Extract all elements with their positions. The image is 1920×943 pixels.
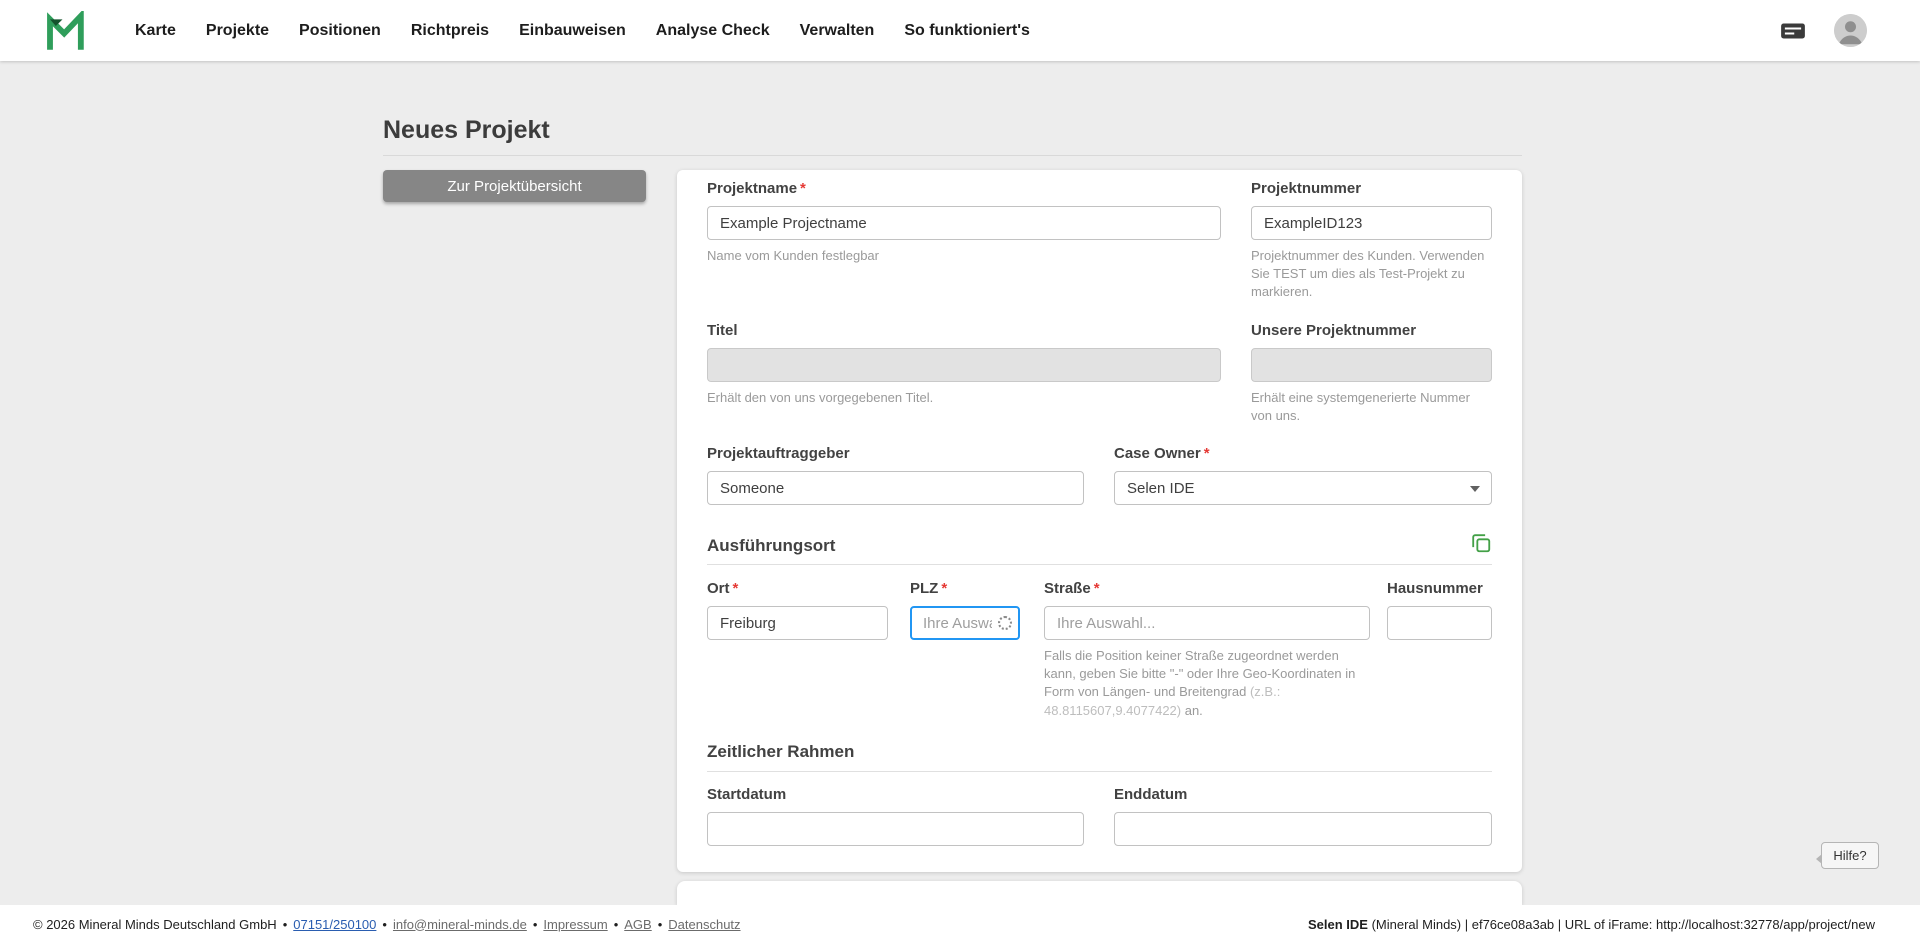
enddatum-input[interactable] <box>1114 812 1492 846</box>
new-project-form-card: Projektname* Name vom Kunden festlegbar … <box>677 170 1522 872</box>
nav-item-richtpreis[interactable]: Richtpreis <box>411 22 489 40</box>
server-icon[interactable] <box>1778 16 1808 46</box>
hausnummer-field-group: Hausnummer <box>1387 580 1492 640</box>
loading-spinner-icon <box>998 616 1012 630</box>
plz-field-group: PLZ * <box>910 580 1020 640</box>
startdatum-label: Startdatum <box>707 786 787 803</box>
title-divider <box>383 155 1522 156</box>
next-card-partial <box>677 881 1522 905</box>
app-screen: Karte Projekte Positionen Richtpreis Ein… <box>0 0 1920 943</box>
nav-item-projekte[interactable]: Projekte <box>206 22 269 40</box>
chevron-down-icon <box>1470 486 1480 492</box>
main-navigation: Karte Projekte Positionen Richtpreis Ein… <box>135 22 1030 40</box>
section-divider <box>707 771 1492 772</box>
projektauftraggeber-input[interactable] <box>707 471 1084 505</box>
enddatum-label: Enddatum <box>1114 786 1188 803</box>
projektnummer-helper: Projektnummer des Kunden. Verwenden Sie … <box>1251 248 1485 300</box>
page-title: Neues Projekt <box>383 116 550 144</box>
projektnummer-label: Projektnummer <box>1251 180 1362 197</box>
projektnummer-input[interactable] <box>1251 206 1492 240</box>
section-divider <box>707 564 1492 565</box>
strasse-helper: Falls die Position keiner Straße zugeord… <box>1044 648 1356 718</box>
enddatum-field-group: Enddatum <box>1114 786 1492 846</box>
case-owner-field-group: Case Owner * Selen IDE <box>1114 445 1492 505</box>
projektauftraggeber-field-group: Projektauftraggeber <box>707 445 1084 505</box>
footer-session-info: Selen IDE (Mineral Minds) | ef76ce08a3ab… <box>1308 917 1875 932</box>
unsere-projektnummer-helper: Erhält eine systemgenerierte Nummer von … <box>1251 390 1470 424</box>
nav-item-so-funktionierts[interactable]: So funktioniert's <box>904 22 1030 40</box>
ort-field-group: Ort * <box>707 580 888 640</box>
project-overview-button[interactable]: Zur Projektübersicht <box>383 170 646 202</box>
footer-separator: • <box>657 916 663 932</box>
projektname-label: Projektname * <box>707 180 806 197</box>
required-asterisk: * <box>732 580 739 597</box>
ausfuehrungsort-section-title: Ausführungsort <box>707 536 836 555</box>
case-owner-selected-value: Selen IDE <box>1127 479 1195 497</box>
footer-user-name: Selen IDE <box>1307 916 1368 932</box>
hausnummer-input[interactable] <box>1387 606 1492 640</box>
projektname-helper: Name vom Kunden festlegbar <box>707 248 879 263</box>
titel-input <box>707 348 1221 382</box>
titel-field-group: Titel Erhält den von uns vorgegebenen Ti… <box>707 322 1221 407</box>
zeitlicher-rahmen-section-title: Zeitlicher Rahmen <box>707 742 855 761</box>
required-asterisk: * <box>1093 580 1100 597</box>
footer-separator: • <box>382 916 387 932</box>
email-link[interactable]: info@mineral-minds.de <box>393 917 527 932</box>
agb-link[interactable]: AGB <box>624 917 651 932</box>
plz-label: PLZ * <box>910 580 948 597</box>
projektname-input[interactable] <box>707 206 1221 240</box>
hausnummer-label: Hausnummer <box>1387 580 1483 597</box>
page-footer: © 2026 Mineral Minds Deutschland GmbH • … <box>0 905 1920 943</box>
navbar-right-actions <box>1778 14 1867 47</box>
unsere-projektnummer-field-group: Unsere Projektnummer Erhält eine systemg… <box>1251 322 1492 425</box>
mineral-minds-logo-icon[interactable] <box>45 10 85 51</box>
strasse-label: Straße * <box>1044 580 1100 597</box>
footer-separator: • <box>532 916 538 932</box>
required-asterisk: * <box>1203 445 1210 462</box>
copy-icon[interactable] <box>1470 532 1492 559</box>
nav-item-karte[interactable]: Karte <box>135 22 176 40</box>
footer-session-text: (Mineral Minds) | ef76ce08a3ab | URL of … <box>1367 916 1875 932</box>
ort-input[interactable] <box>707 606 888 640</box>
titel-label: Titel <box>707 322 738 339</box>
nav-item-analyse-check[interactable]: Analyse Check <box>656 22 770 40</box>
nav-item-einbauweisen[interactable]: Einbauweisen <box>519 22 626 40</box>
projektauftraggeber-label: Projektauftraggeber <box>707 445 850 462</box>
projektname-field-group: Projektname* Name vom Kunden festlegbar <box>707 180 1221 265</box>
required-asterisk: * <box>800 180 806 197</box>
required-asterisk: * <box>941 580 948 597</box>
projektnummer-field-group: Projektnummer Projektnummer des Kunden. … <box>1251 180 1492 302</box>
footer-separator: • <box>282 916 288 932</box>
strasse-field-group: Straße* Falls die Position keiner Straße… <box>1044 580 1370 720</box>
startdatum-input[interactable] <box>707 812 1084 846</box>
strasse-input[interactable] <box>1044 606 1370 640</box>
titel-helper: Erhält den von uns vorgegebenen Titel. <box>707 390 934 405</box>
startdatum-field-group: Startdatum <box>707 786 1084 846</box>
user-avatar-icon[interactable] <box>1834 14 1867 47</box>
unsere-projektnummer-label: Unsere Projektnummer <box>1251 322 1417 339</box>
case-owner-select[interactable]: Selen IDE <box>1114 471 1492 505</box>
nav-item-positionen[interactable]: Positionen <box>299 22 381 40</box>
footer-separator: • <box>613 916 619 932</box>
phone-link[interactable]: 07151/250100 <box>293 917 376 932</box>
case-owner-label: Case Owner * <box>1114 445 1210 462</box>
footer-left: © 2026 Mineral Minds Deutschland GmbH • … <box>33 917 741 932</box>
datenschutz-link[interactable]: Datenschutz <box>668 917 740 932</box>
help-button[interactable]: Hilfe? <box>1816 842 1879 869</box>
top-navbar: Karte Projekte Positionen Richtpreis Ein… <box>0 0 1920 61</box>
nav-item-verwalten[interactable]: Verwalten <box>800 22 875 40</box>
copyright-text: © 2026 Mineral Minds Deutschland GmbH <box>33 916 277 932</box>
impressum-link[interactable]: Impressum <box>543 917 607 932</box>
ort-label: Ort * <box>707 580 739 597</box>
unsere-projektnummer-input <box>1251 348 1492 382</box>
